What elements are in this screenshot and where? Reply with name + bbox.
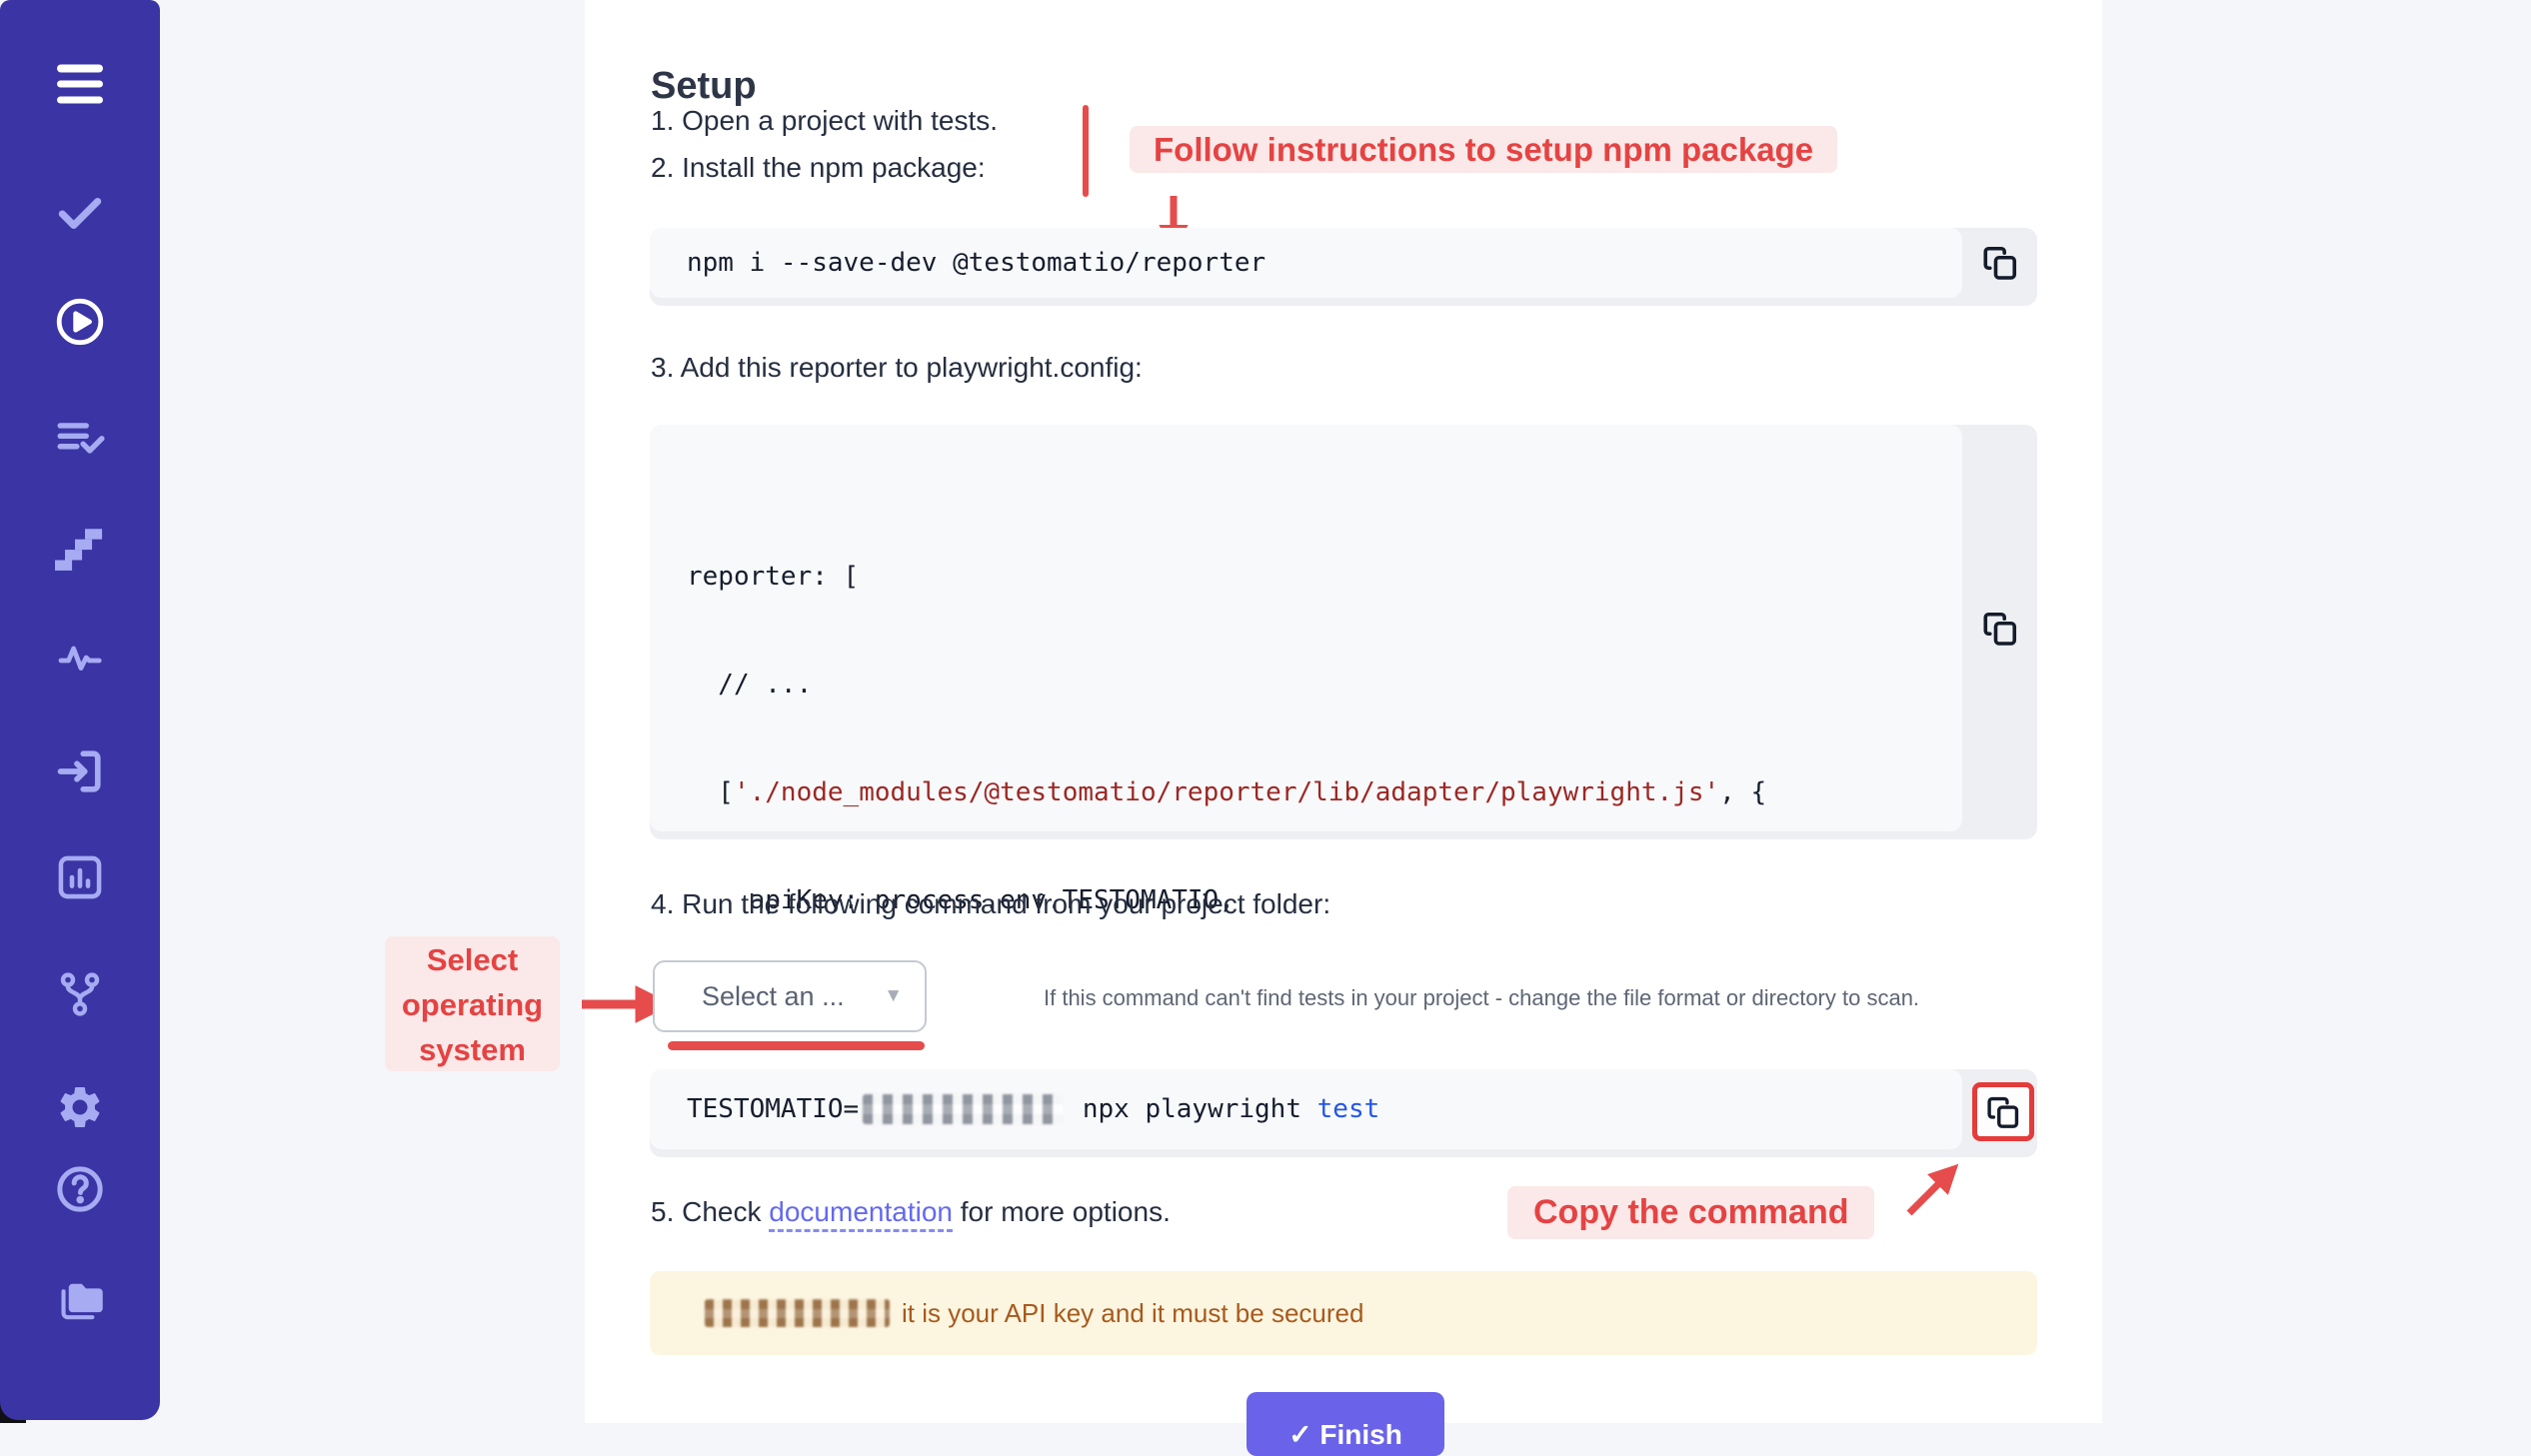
sidebar-item-milestones[interactable] xyxy=(54,522,106,574)
code-block-run-command: TESTOMATIO= npx playwright test xyxy=(650,1069,2037,1157)
sidebar-item-tests[interactable] xyxy=(54,187,106,239)
step-1: 1. Open a project with tests. xyxy=(651,104,998,138)
bar-chart-icon xyxy=(54,851,106,903)
annotation-vertical-line xyxy=(1083,105,1089,197)
annotation-follow-instructions: Follow instructions to setup npm package xyxy=(1130,126,1837,173)
sidebar-item-runs[interactable] xyxy=(54,296,106,348)
annotation-copy-command: Copy the command xyxy=(1507,1186,1874,1239)
os-select-value: Select an ... xyxy=(702,981,845,1012)
page-title: Setup xyxy=(651,65,757,108)
sidebar-item-analytics[interactable] xyxy=(54,851,106,903)
command-test-keyword: test xyxy=(1317,1094,1380,1124)
code-string-path: './node_modules/@testomatio/reporter/lib… xyxy=(734,777,1719,807)
step-2: 2. Install the npm package: xyxy=(651,151,986,185)
gear-icon xyxy=(55,1082,105,1132)
sidebar-item-projects[interactable] xyxy=(54,1271,106,1323)
copy-button[interactable] xyxy=(1962,425,2037,831)
api-key-warning: it is your API key and it must be secure… xyxy=(650,1271,2037,1355)
menu-icon[interactable] xyxy=(57,65,103,104)
masked-api-key xyxy=(863,1094,1063,1124)
annotation-underline xyxy=(668,1041,925,1050)
sidebar-item-import[interactable] xyxy=(54,745,106,797)
check-icon xyxy=(55,188,105,238)
play-circle-icon xyxy=(54,296,106,348)
step-4: 4. Run the following command from your p… xyxy=(651,887,1330,921)
sidebar xyxy=(0,0,160,1420)
finish-button[interactable]: ✓ Finish xyxy=(1247,1392,1444,1456)
git-fork-icon xyxy=(56,970,104,1018)
help-circle-icon xyxy=(54,1163,106,1215)
chevron-down-icon: ▼ xyxy=(884,985,903,1007)
stairs-icon xyxy=(55,523,105,573)
copy-button[interactable] xyxy=(1962,228,2037,298)
sidebar-item-test-plans[interactable] xyxy=(54,412,106,464)
finish-button-label: Finish xyxy=(1319,1419,1401,1450)
copy-icon xyxy=(1982,245,2018,281)
check-icon: ✓ xyxy=(1288,1419,1311,1450)
documentation-link[interactable]: documentation xyxy=(769,1196,953,1232)
run-command: TESTOMATIO= npx playwright test xyxy=(687,1094,1379,1124)
activity-icon xyxy=(56,634,104,682)
npm-install-command: npm i --save-dev @testomatio/reporter xyxy=(687,248,1266,278)
code-block-reporter-config: reporter: [ // ... ['./node_modules/@tes… xyxy=(650,425,2037,839)
annotation-select-os: Select operating system xyxy=(385,936,560,1071)
step-3: 3. Add this reporter to playwright.confi… xyxy=(651,351,1143,385)
user-avatar[interactable] xyxy=(47,1382,109,1444)
sidebar-item-settings[interactable] xyxy=(54,1081,106,1133)
folders-icon xyxy=(54,1269,106,1325)
scan-hint-text: If this command can't find tests in your… xyxy=(1044,985,1919,1011)
os-select-dropdown[interactable]: Select an ... ▼ xyxy=(653,960,927,1032)
copy-icon xyxy=(1982,611,2018,647)
arrow-up-right-icon xyxy=(1897,1149,1977,1229)
list-checks-icon xyxy=(55,413,105,463)
sidebar-item-pulse[interactable] xyxy=(54,632,106,684)
api-key-warning-text: it is your API key and it must be secure… xyxy=(902,1298,1363,1329)
import-icon xyxy=(54,744,106,798)
sidebar-item-help[interactable] xyxy=(54,1163,106,1215)
sidebar-item-branches[interactable] xyxy=(54,968,106,1020)
copy-icon xyxy=(1986,1095,2020,1129)
step-5: 5. Check documentation for more options. xyxy=(651,1195,1171,1229)
annotation-copy-highlight[interactable] xyxy=(1972,1082,2034,1141)
masked-api-key xyxy=(705,1299,890,1327)
code-block-npm-install: npm i --save-dev @testomatio/reporter xyxy=(650,228,2037,306)
